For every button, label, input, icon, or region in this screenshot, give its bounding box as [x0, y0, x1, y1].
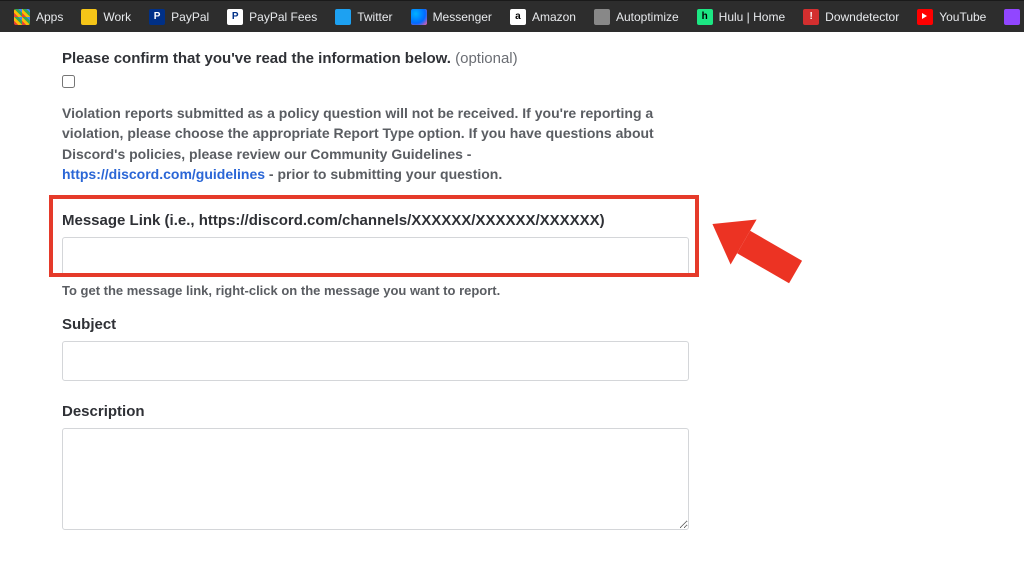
bookmark-label: PayPal: [171, 10, 209, 24]
twitter-icon: [335, 9, 351, 25]
bookmark-youtube[interactable]: YouTube: [909, 5, 994, 29]
apps-icon: [14, 9, 30, 25]
bookmark-hulu[interactable]: h Hulu | Home: [689, 5, 793, 29]
amazon-icon: a: [510, 9, 526, 25]
community-guidelines-link[interactable]: https://discord.com/guidelines: [62, 166, 265, 182]
message-link-input[interactable]: [62, 237, 689, 277]
bookmark-paypal-fees[interactable]: P PayPal Fees: [219, 5, 325, 29]
autoptimize-icon: [594, 9, 610, 25]
bookmark-work-folder[interactable]: Work: [73, 5, 139, 29]
bookmark-autoptimize[interactable]: Autoptimize: [586, 5, 687, 29]
bookmark-label: PayPal Fees: [249, 10, 317, 24]
twitch-icon: [1004, 9, 1020, 25]
confirm-checkbox[interactable]: [62, 75, 75, 88]
bookmark-label: Amazon: [532, 10, 576, 24]
description-label: Description: [62, 403, 962, 420]
policy-text: Violation reports submitted as a policy …: [62, 103, 672, 184]
subject-block: Subject: [62, 316, 962, 381]
bookmark-label: Work: [103, 10, 131, 24]
message-link-helper: To get the message link, right-click on …: [62, 283, 962, 298]
bookmark-label: Apps: [36, 10, 63, 24]
confirm-heading: Please confirm that you've read the info…: [62, 50, 962, 67]
hulu-icon: h: [697, 9, 713, 25]
optional-suffix: (optional): [451, 50, 518, 67]
youtube-icon: [917, 9, 933, 25]
bookmark-label: Messenger: [433, 10, 492, 24]
confirm-heading-text: Please confirm that you've read the info…: [62, 50, 451, 67]
bookmark-messenger[interactable]: Messenger: [403, 5, 500, 29]
messenger-icon: [411, 9, 427, 25]
bookmark-twitch[interactable]: Twitch: [996, 5, 1024, 29]
bookmark-amazon[interactable]: a Amazon: [502, 5, 584, 29]
policy-text-part1: Violation reports submitted as a policy …: [62, 105, 654, 162]
work-folder-icon: [81, 9, 97, 25]
description-textarea[interactable]: [62, 428, 689, 530]
paypal-icon: P: [149, 9, 165, 25]
paypal-fees-icon: P: [227, 9, 243, 25]
bookmark-apps[interactable]: Apps: [6, 5, 71, 29]
description-block: Description: [62, 403, 962, 535]
bookmark-paypal[interactable]: P PayPal: [141, 5, 217, 29]
form-content: Please confirm that you've read the info…: [0, 32, 1024, 535]
message-link-label: Message Link (i.e., https://discord.com/…: [62, 212, 962, 229]
bookmark-bar: Apps Work P PayPal P PayPal Fees Twitter Messen…: [0, 0, 1024, 32]
bookmark-label: Downdetector: [825, 10, 899, 24]
subject-label: Subject: [62, 316, 962, 333]
bookmark-label: Twitter: [357, 10, 392, 24]
bookmark-twitter[interactable]: Twitter: [327, 5, 400, 29]
bookmark-downdetector[interactable]: ! Downdetector: [795, 5, 907, 29]
confirm-checkbox-row: [62, 75, 962, 93]
message-link-block: Message Link (i.e., https://discord.com/…: [62, 212, 962, 298]
bookmark-label: Autoptimize: [616, 10, 679, 24]
bookmark-label: YouTube: [939, 10, 986, 24]
downdetector-icon: !: [803, 9, 819, 25]
policy-text-part2: - prior to submitting your question.: [265, 166, 502, 182]
bookmark-label: Hulu | Home: [719, 10, 785, 24]
subject-input[interactable]: [62, 341, 689, 381]
